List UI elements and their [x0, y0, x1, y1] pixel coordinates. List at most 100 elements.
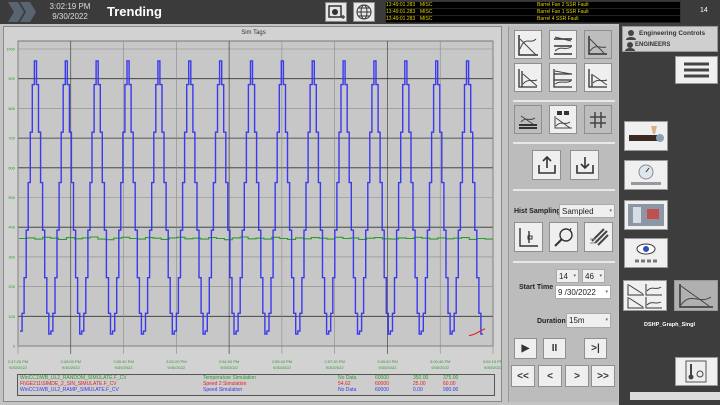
upload-icon [537, 155, 556, 174]
legend-row[interactable]: WinCC1\WB_UL2_RAMP_SIMULATE.F_CV Speed Si… [18, 387, 494, 393]
y-tick-label: 100 [8, 314, 15, 319]
chevron-down-icon: ▾ [605, 317, 608, 323]
alarm-message: Barrel Fan 2 SSR Fault [537, 2, 589, 8]
edit-pens-button[interactable] [584, 222, 613, 252]
legend-max: 990.00 [443, 387, 459, 393]
x-tick-date: 9/30/2022 [484, 365, 501, 370]
play-button[interactable]: ▶ [514, 338, 537, 359]
thermometer-document-icon [685, 360, 707, 383]
divider [513, 100, 615, 102]
trend-chart[interactable]: 0 100 200 300 400 500 600 700 800 900 1000 2:47:20 … [6, 27, 501, 373]
reports-button[interactable] [675, 357, 718, 386]
y-tick-label: 900 [8, 76, 15, 81]
ruler-cursor-icon [518, 228, 538, 247]
chevron-down-icon: ▾ [599, 273, 602, 279]
layout-overlay-button[interactable] [514, 30, 542, 59]
last-page-button[interactable]: >> [591, 365, 615, 387]
x-tick-time: 2:47:20 PM [8, 359, 28, 364]
camera-screen-icon [328, 5, 345, 19]
screenshot-button[interactable] [325, 2, 347, 22]
hour-spinner[interactable]: 14 ▾ [556, 269, 579, 283]
legend-min: 0.00 [413, 387, 423, 393]
hist-sampling-label: Hist Sampling [514, 208, 561, 215]
y-tick-label: 800 [8, 106, 15, 111]
hamburger-menu-icon [684, 62, 709, 78]
layout-stacked-button[interactable] [549, 30, 577, 59]
x-tick-time: 2:59:00 PM [377, 359, 397, 364]
layout-single-axis-button[interactable] [584, 63, 612, 92]
start-date-picker[interactable]: 9 /30/2022 ▾ [555, 285, 611, 299]
y-tick-label: 1000 [6, 47, 16, 52]
single-graph-button[interactable] [674, 280, 718, 311]
x-tick-time: 2:57:20 PM [324, 359, 344, 364]
area-chart-icon [519, 115, 537, 129]
jump-to-end-button[interactable]: >| [584, 338, 607, 359]
legend-toggle-button[interactable] [549, 105, 577, 134]
grid-icon [590, 111, 606, 128]
layout-multi-axis-button[interactable] [514, 63, 542, 92]
overview-screen-button[interactable] [624, 238, 668, 268]
x-tick-time: 2:55:40 PM [272, 359, 292, 364]
gauge-screen-button[interactable] [624, 160, 668, 190]
refresh-zoom-button[interactable] [549, 222, 578, 252]
extruder-screen-button[interactable] [624, 121, 668, 151]
menu-button[interactable] [675, 56, 718, 84]
extruder-machine-icon [629, 126, 664, 142]
clock: 3:02:19 PM 9/30/2022 [46, 2, 94, 22]
duration-select[interactable]: 15m ▾ [566, 313, 611, 328]
layout-single-button[interactable] [584, 30, 612, 59]
first-page-button[interactable]: << [511, 365, 535, 387]
trend-chart-panel: Sim Tags 0 100 200 300 400 500 600 700 800 900 100… [3, 26, 502, 402]
previous-button[interactable]: < [538, 365, 562, 387]
x-tick-time: 2:49:00 PM [61, 359, 81, 364]
start-date-value: 9 /30/2022 [558, 288, 596, 297]
chart-stacked-icon [554, 36, 572, 55]
pens-icon [589, 228, 609, 246]
chart-overlay-icon [518, 34, 538, 56]
minute-spinner[interactable]: 46 ▾ [582, 269, 605, 283]
x-tick-time: 3:00:40 PM [430, 359, 450, 364]
alarm-row[interactable]: 13:49:01.283 MISC Barrel Fan 2 SSR Fault [386, 2, 680, 9]
fill-area-button[interactable] [514, 105, 542, 134]
clock-date: 9/30/2022 [52, 12, 88, 21]
alarm-banner[interactable]: 13:49:01.283 MISC Barrel Fan 2 SSR Fault 1… [385, 1, 681, 23]
alarm-row[interactable]: 13:49:01.283 MISC Barrel 4 SSR Fault [386, 16, 680, 23]
pause-button[interactable]: II [543, 338, 566, 359]
play-icon: ▶ [521, 343, 530, 354]
double-chevron-left-icon: << [517, 370, 529, 382]
x-tick-date: 9/30/2022 [326, 365, 345, 370]
alarm-row[interactable]: 13:49:01.283 MISC Barrel Fan 1 SSR Fault [386, 9, 680, 16]
graph-screen-label: DSHP_Graph_Singl [643, 322, 696, 328]
y-tick-label: 600 [8, 165, 15, 170]
zoom-refresh-icon [553, 227, 573, 247]
multi-graph-button[interactable] [623, 280, 667, 311]
layout-stacked-axis-button[interactable] [549, 63, 577, 92]
machine-photo-icon [628, 204, 664, 226]
x-tick-date: 9/30/2022 [9, 365, 28, 370]
alarm-time: 13:49:01.283 [386, 9, 416, 15]
divider [513, 261, 615, 263]
import-button[interactable] [570, 150, 599, 180]
x-tick-date: 9/30/2022 [62, 365, 81, 370]
grid-toggle-button[interactable] [584, 105, 612, 134]
hist-sampling-select[interactable]: Sampled ▾ [559, 204, 615, 218]
trend-legend[interactable]: WinCC1\WB_UL2_RANDOM_SIMULATE.F_CV Temper… [17, 374, 495, 396]
legend-tag: WinCC1\WB_UL2_RAMP_SIMULATE.F_CV [20, 387, 119, 393]
x-tick-date: 9/30/2022 [379, 365, 398, 370]
alarm-count: 14 [700, 7, 708, 14]
alarm-message: Barrel Fan 1 SSR Fault [537, 9, 589, 15]
globe-button[interactable] [353, 2, 375, 22]
logo-chevrons-icon [8, 2, 36, 22]
x-tick-date: 9/30/2022 [273, 365, 292, 370]
user-info[interactable]: Engineering Controls ENGINEERS [622, 26, 718, 52]
user-group: Engineering Controls [639, 30, 706, 37]
x-tick-time: 2:50:40 PM [113, 359, 133, 364]
ruler-button[interactable] [514, 222, 543, 252]
plant-screen-button[interactable] [624, 200, 668, 230]
date-dropdown-icon: ▾ [605, 289, 608, 295]
next-button[interactable]: > [565, 365, 589, 387]
multi-graph-icon [627, 284, 662, 309]
x-tick-time: 2:52:20 PM [166, 359, 186, 364]
divider [513, 142, 615, 144]
export-button[interactable] [532, 150, 561, 180]
